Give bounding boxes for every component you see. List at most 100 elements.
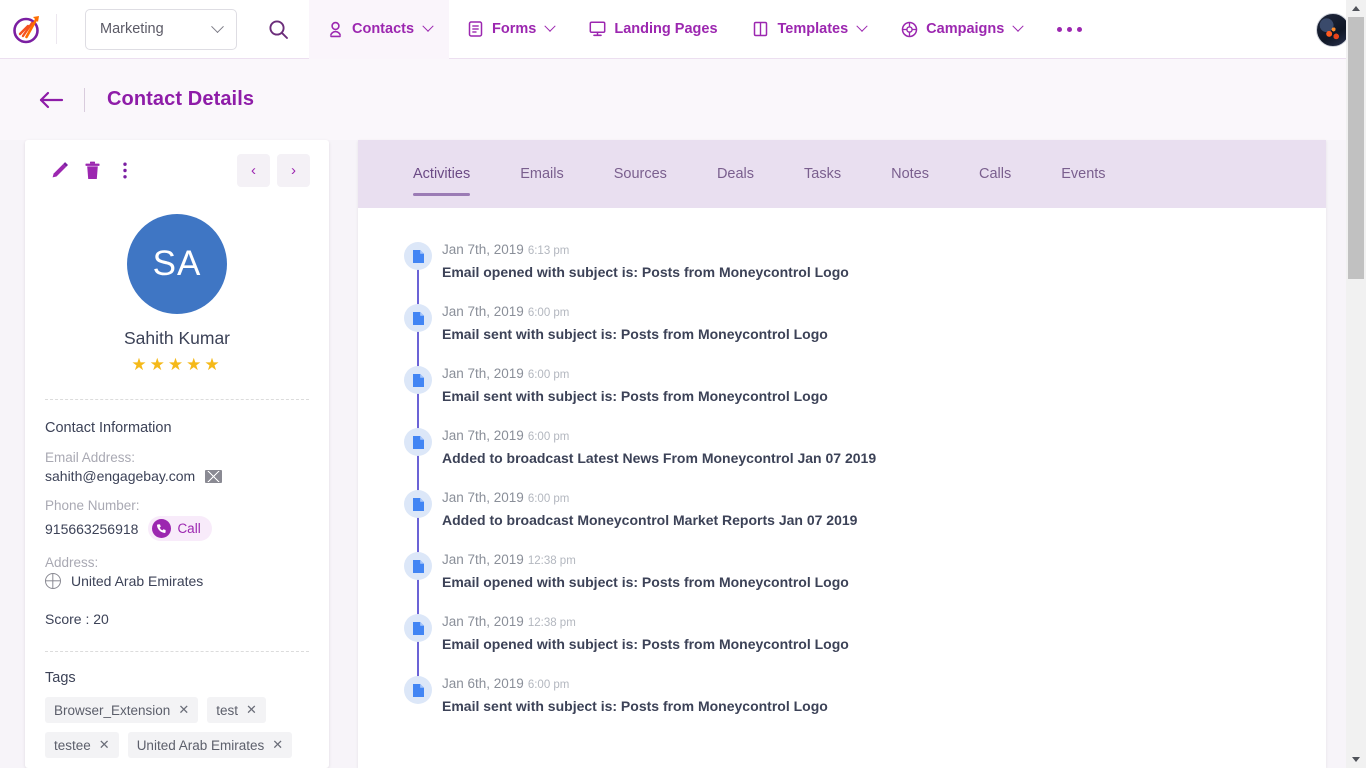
activity-row: Jan 7th, 20196:00 pmEmail sent with subj… bbox=[358, 304, 1326, 366]
nav-item-forms[interactable]: Forms bbox=[449, 0, 571, 59]
activity-time: 6:00 pm bbox=[528, 679, 570, 691]
activity-row: Jan 7th, 20196:00 pmAdded to broadcast L… bbox=[358, 428, 1326, 490]
nav-overflow-button[interactable] bbox=[1039, 0, 1100, 59]
nav-item-contacts[interactable]: Contacts bbox=[309, 0, 449, 59]
nav-divider bbox=[56, 14, 57, 44]
tab-emails[interactable]: Emails bbox=[495, 140, 589, 208]
nav-item-templates-label: Templates bbox=[778, 21, 849, 37]
marketing-module-select[interactable]: Marketing bbox=[85, 9, 237, 50]
activity-timeline: Jan 7th, 20196:13 pm Email opened with su… bbox=[358, 208, 1326, 768]
tag-chip[interactable]: testee ✕ bbox=[45, 732, 119, 758]
scroll-down-button[interactable] bbox=[1346, 751, 1366, 768]
activity-marker bbox=[404, 428, 432, 456]
activity-row: Jan 7th, 201912:38 pmEmail opened with s… bbox=[358, 614, 1326, 676]
activity-bubble bbox=[404, 676, 432, 704]
header-divider bbox=[84, 88, 85, 112]
nav-item-templates[interactable]: Templates bbox=[735, 0, 884, 59]
activity-bubble bbox=[404, 552, 432, 580]
activity-marker bbox=[404, 242, 432, 270]
activity-bubble bbox=[404, 490, 432, 518]
activity-marker bbox=[404, 304, 432, 332]
tab-events[interactable]: Events bbox=[1036, 140, 1130, 208]
envelope-icon[interactable] bbox=[205, 470, 222, 483]
close-icon[interactable]: ✕ bbox=[178, 702, 189, 718]
tab-activities[interactable]: Activities bbox=[388, 140, 495, 208]
activity-date: Jan 6th, 20196:00 pm bbox=[442, 676, 828, 691]
engagebay-logo-icon bbox=[11, 12, 45, 46]
activity-date: Jan 7th, 201912:38 pm bbox=[442, 552, 849, 567]
tags-list: Browser_Extension ✕ test ✕ testee ✕ Unit… bbox=[25, 686, 329, 758]
edit-contact-button[interactable] bbox=[44, 156, 74, 186]
scroll-up-button[interactable] bbox=[1346, 0, 1366, 17]
activity-time: 6:00 pm bbox=[528, 307, 570, 319]
contact-pager: ‹ › bbox=[237, 154, 310, 187]
document-file-icon bbox=[412, 249, 425, 264]
phone-number-value[interactable]: 915663256918 bbox=[45, 521, 138, 537]
activity-time: 6:00 pm bbox=[528, 431, 570, 443]
close-icon[interactable]: ✕ bbox=[99, 737, 110, 753]
scrollbar-thumb[interactable] bbox=[1348, 17, 1364, 279]
app-logo[interactable] bbox=[0, 12, 56, 46]
nav-item-campaigns-label: Campaigns bbox=[926, 21, 1004, 37]
activity-text: Added to broadcast Moneycontrol Market R… bbox=[442, 512, 857, 528]
email-address-label: Email Address: bbox=[25, 436, 329, 465]
campaign-target-icon bbox=[900, 20, 918, 38]
user-avatar[interactable] bbox=[1316, 13, 1350, 47]
activity-text: Email opened with subject is: Posts from… bbox=[442, 636, 849, 652]
activity-marker bbox=[404, 552, 432, 580]
activity-row: Jan 7th, 20196:13 pmEmail opened with su… bbox=[358, 242, 1326, 304]
tab-calls[interactable]: Calls bbox=[954, 140, 1036, 208]
page-scrollbar[interactable] bbox=[1346, 0, 1366, 768]
detail-tab-bar: Activities Emails Sources Deals Tasks No… bbox=[358, 140, 1326, 208]
activity-body: Jan 7th, 20196:00 pmAdded to broadcast L… bbox=[442, 428, 876, 466]
close-icon[interactable]: ✕ bbox=[272, 737, 283, 753]
tab-tasks[interactable]: Tasks bbox=[779, 140, 866, 208]
email-address-value[interactable]: sahith@engagebay.com bbox=[45, 468, 195, 484]
activity-row: Jan 6th, 20196:00 pm Email sent with subj… bbox=[358, 676, 1326, 738]
contact-rating-stars[interactable]: ★★★★★ bbox=[25, 355, 329, 375]
nav-item-campaigns[interactable]: Campaigns bbox=[883, 0, 1039, 59]
activity-bubble bbox=[404, 366, 432, 394]
contact-score: Score : 20 bbox=[25, 589, 329, 627]
activity-date: Jan 7th, 20196:00 pm bbox=[442, 428, 876, 443]
marketing-module-label: Marketing bbox=[100, 21, 164, 37]
contact-information-title: Contact Information bbox=[25, 400, 329, 436]
delete-contact-button[interactable] bbox=[77, 156, 107, 186]
previous-contact-button[interactable]: ‹ bbox=[237, 154, 270, 187]
tab-sources[interactable]: Sources bbox=[589, 140, 692, 208]
tag-label: testee bbox=[54, 738, 91, 753]
template-columns-icon bbox=[752, 20, 770, 38]
contact-summary-card: ‹ › SA Sahith Kumar ★★★★★ Contact Inform… bbox=[25, 140, 329, 768]
activity-marker bbox=[404, 676, 432, 704]
nav-item-forms-label: Forms bbox=[492, 21, 536, 37]
activity-bubble bbox=[404, 428, 432, 456]
tag-chip[interactable]: test ✕ bbox=[207, 697, 266, 723]
form-document-icon bbox=[466, 20, 484, 38]
activity-text: Email sent with subject is: Posts from M… bbox=[442, 326, 828, 342]
activity-body: Jan 6th, 20196:00 pm Email sent with subj… bbox=[442, 676, 828, 714]
activity-date: Jan 7th, 20196:13 pm bbox=[442, 242, 849, 257]
more-options-button[interactable] bbox=[110, 156, 140, 186]
more-horizontal-icon bbox=[1067, 27, 1072, 32]
phone-number-value-row: 915663256918 Call bbox=[25, 513, 329, 541]
search-button[interactable] bbox=[261, 12, 295, 46]
nav-item-landing-pages[interactable]: Landing Pages bbox=[571, 0, 734, 59]
activity-bubble bbox=[404, 304, 432, 332]
chevron-down-icon bbox=[211, 20, 224, 33]
contact-card-toolbar: ‹ › bbox=[25, 140, 329, 187]
activity-row: Jan 7th, 201912:38 pmEmail opened with s… bbox=[358, 552, 1326, 614]
back-button[interactable] bbox=[36, 85, 66, 115]
close-icon[interactable]: ✕ bbox=[246, 702, 257, 718]
activity-text: Email sent with subject is: Posts from M… bbox=[442, 698, 828, 714]
tab-deals[interactable]: Deals bbox=[692, 140, 779, 208]
activity-body: Jan 7th, 20196:00 pmAdded to broadcast M… bbox=[442, 490, 857, 528]
tag-chip[interactable]: Browser_Extension ✕ bbox=[45, 697, 198, 723]
next-contact-button[interactable]: › bbox=[277, 154, 310, 187]
tab-notes[interactable]: Notes bbox=[866, 140, 954, 208]
activity-row: Jan 7th, 20196:00 pmAdded to broadcast M… bbox=[358, 490, 1326, 552]
call-button[interactable]: Call bbox=[148, 516, 211, 541]
tag-chip[interactable]: United Arab Emirates ✕ bbox=[128, 732, 292, 758]
email-address-value-row: sahith@engagebay.com bbox=[25, 465, 329, 484]
call-button-label: Call bbox=[177, 521, 200, 536]
contact-avatar: SA bbox=[127, 214, 227, 314]
